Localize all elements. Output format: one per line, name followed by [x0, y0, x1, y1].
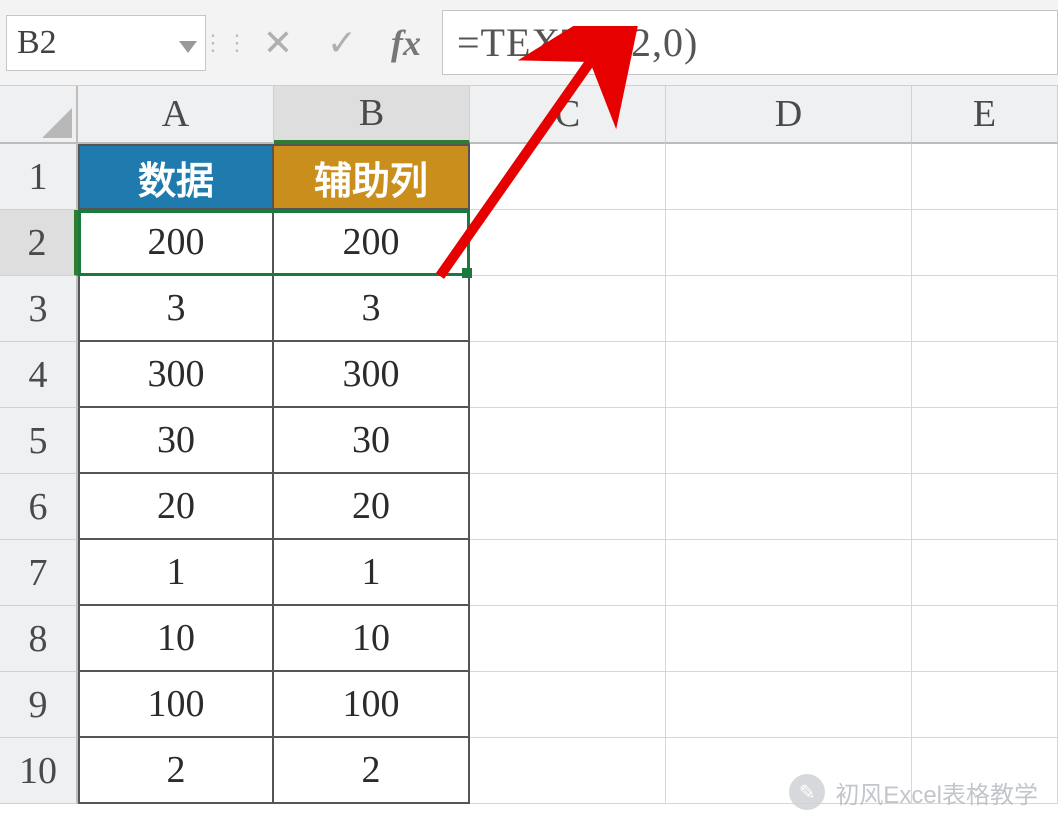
cell-A5[interactable]: 30 [78, 408, 274, 474]
cell-B10[interactable]: 2 [274, 738, 470, 804]
row-header[interactable]: 5 [0, 408, 78, 474]
sheet-row: 7 1 1 [0, 540, 1058, 606]
cell-A8[interactable]: 10 [78, 606, 274, 672]
cell-B9[interactable]: 100 [274, 672, 470, 738]
cell-E5[interactable] [912, 408, 1058, 474]
cell-C3[interactable] [470, 276, 666, 342]
cell-D6[interactable] [666, 474, 912, 540]
cell-C1[interactable] [470, 144, 666, 210]
sheet-row: 4 300 300 [0, 342, 1058, 408]
cell-E4[interactable] [912, 342, 1058, 408]
name-box-value: B2 [17, 24, 57, 62]
cell-A6[interactable]: 20 [78, 474, 274, 540]
cell-A10[interactable]: 2 [78, 738, 274, 804]
cell-D8[interactable] [666, 606, 912, 672]
row-header[interactable]: 9 [0, 672, 78, 738]
column-header-A[interactable]: A [78, 86, 274, 144]
check-icon: ✓ [327, 22, 357, 64]
cell-B2[interactable]: 200 [274, 210, 470, 276]
cell-E9[interactable] [912, 672, 1058, 738]
cancel-formula-button[interactable]: ✕ [246, 15, 310, 71]
sheet-row: 6 20 20 [0, 474, 1058, 540]
cell-E6[interactable] [912, 474, 1058, 540]
select-all-corner[interactable] [0, 86, 78, 144]
cell-D4[interactable] [666, 342, 912, 408]
sheet-row: 5 30 30 [0, 408, 1058, 474]
formula-toolbar: B2 ⋮⋮ ✕ ✓ fx =TEXT(A2,0) [0, 0, 1058, 86]
row-header[interactable]: 4 [0, 342, 78, 408]
namebox-container: B2 [0, 0, 206, 85]
watermark: ✎ 初风Excel表格教学 [789, 774, 1038, 810]
cell-D2[interactable] [666, 210, 912, 276]
cell-B6[interactable]: 20 [274, 474, 470, 540]
cell-B1[interactable]: 辅助列 [274, 144, 470, 210]
sheet-row: 1 数据 辅助列 [0, 144, 1058, 210]
row-header[interactable]: 3 [0, 276, 78, 342]
column-header-C[interactable]: C [470, 86, 666, 144]
cell-A1[interactable]: 数据 [78, 144, 274, 210]
cell-E8[interactable] [912, 606, 1058, 672]
cell-D9[interactable] [666, 672, 912, 738]
sheet-row: 8 10 10 [0, 606, 1058, 672]
cell-C5[interactable] [470, 408, 666, 474]
cell-D1[interactable] [666, 144, 912, 210]
column-header-D[interactable]: D [666, 86, 912, 144]
cell-A4[interactable]: 300 [78, 342, 274, 408]
row-header[interactable]: 10 [0, 738, 78, 804]
cell-B8[interactable]: 10 [274, 606, 470, 672]
row-header[interactable]: 7 [0, 540, 78, 606]
cancel-icon: ✕ [263, 22, 293, 64]
cell-E2[interactable] [912, 210, 1058, 276]
row-header[interactable]: 2 [0, 210, 78, 276]
column-header-B[interactable]: B [274, 86, 470, 144]
cell-D5[interactable] [666, 408, 912, 474]
cell-E3[interactable] [912, 276, 1058, 342]
cell-A9[interactable]: 100 [78, 672, 274, 738]
cell-C9[interactable] [470, 672, 666, 738]
cell-B4[interactable]: 300 [274, 342, 470, 408]
cell-E1[interactable] [912, 144, 1058, 210]
cell-D7[interactable] [666, 540, 912, 606]
name-box[interactable]: B2 [6, 15, 206, 71]
namebox-dropdown-icon[interactable] [179, 24, 197, 62]
toolbar-grip-icon: ⋮⋮ [206, 0, 246, 85]
spreadsheet-grid[interactable]: A B C D E 1 数据 辅助列 2 200 200 3 3 3 4 300… [0, 86, 1058, 804]
cell-B3[interactable]: 3 [274, 276, 470, 342]
cell-C7[interactable] [470, 540, 666, 606]
row-header[interactable]: 8 [0, 606, 78, 672]
insert-function-button[interactable]: fx [374, 15, 438, 71]
cell-A7[interactable]: 1 [78, 540, 274, 606]
cell-C4[interactable] [470, 342, 666, 408]
column-header-E[interactable]: E [912, 86, 1058, 144]
row-header[interactable]: 1 [0, 144, 78, 210]
formula-controls: ✕ ✓ fx [246, 0, 438, 85]
sheet-row: 9 100 100 [0, 672, 1058, 738]
cell-B5[interactable]: 30 [274, 408, 470, 474]
cell-A2[interactable]: 200 [78, 210, 274, 276]
watermark-icon: ✎ [789, 774, 825, 810]
row-header[interactable]: 6 [0, 474, 78, 540]
cell-C8[interactable] [470, 606, 666, 672]
cell-C6[interactable] [470, 474, 666, 540]
cell-C2[interactable] [470, 210, 666, 276]
cell-B7[interactable]: 1 [274, 540, 470, 606]
cell-C10[interactable] [470, 738, 666, 804]
formula-text: =TEXT(A2,0) [457, 19, 698, 66]
formula-input[interactable]: =TEXT(A2,0) [442, 10, 1058, 75]
cell-E7[interactable] [912, 540, 1058, 606]
column-header-row: A B C D E [0, 86, 1058, 144]
cell-A3[interactable]: 3 [78, 276, 274, 342]
cell-D3[interactable] [666, 276, 912, 342]
fx-icon: fx [391, 22, 421, 64]
watermark-text: 初风Excel表格教学 [835, 775, 1038, 810]
sheet-row: 2 200 200 [0, 210, 1058, 276]
enter-formula-button[interactable]: ✓ [310, 15, 374, 71]
sheet-row: 3 3 3 [0, 276, 1058, 342]
